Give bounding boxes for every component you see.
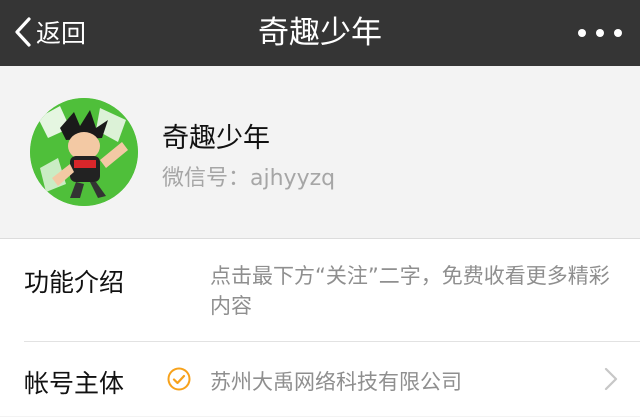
function-intro-row: 功能介绍 点击最下方“关注”二字，免费收看更多精彩内容	[0, 239, 640, 341]
account-entity-name: 苏州大禹网络科技有限公司	[210, 370, 462, 394]
function-intro-label: 功能介绍	[24, 268, 125, 297]
account-entity-row[interactable]: 帐号主体 苏州大禹网络科技有限公司	[0, 342, 640, 417]
account-name: 奇趣少年	[162, 123, 270, 154]
wechat-id-value: ajhyyzq	[250, 166, 336, 191]
wechat-id: 微信号：ajhyyzq	[162, 160, 335, 192]
account-info-list: 功能介绍 点击最下方“关注”二字，免费收看更多精彩内容 帐号主体 苏州大禹网络科…	[0, 238, 640, 416]
avatar	[30, 98, 138, 206]
profile-header: 奇趣少年 微信号：ajhyyzq	[0, 66, 640, 238]
back-button[interactable]: 返回	[14, 12, 86, 52]
more-options-button[interactable]	[578, 18, 622, 48]
verified-check-icon	[167, 367, 191, 391]
wechat-id-label: 微信号：	[162, 166, 251, 191]
page-title: 奇趣少年	[258, 15, 382, 51]
function-intro-text: 点击最下方“关注”二字，免费收看更多精彩内容	[210, 264, 610, 318]
account-entity-label: 帐号主体	[24, 369, 125, 398]
chevron-right-icon	[604, 367, 618, 391]
more-dots-icon	[578, 29, 586, 37]
back-label: 返回	[36, 19, 87, 48]
navbar: 返回 奇趣少年	[0, 0, 640, 66]
chevron-left-icon	[14, 16, 32, 48]
